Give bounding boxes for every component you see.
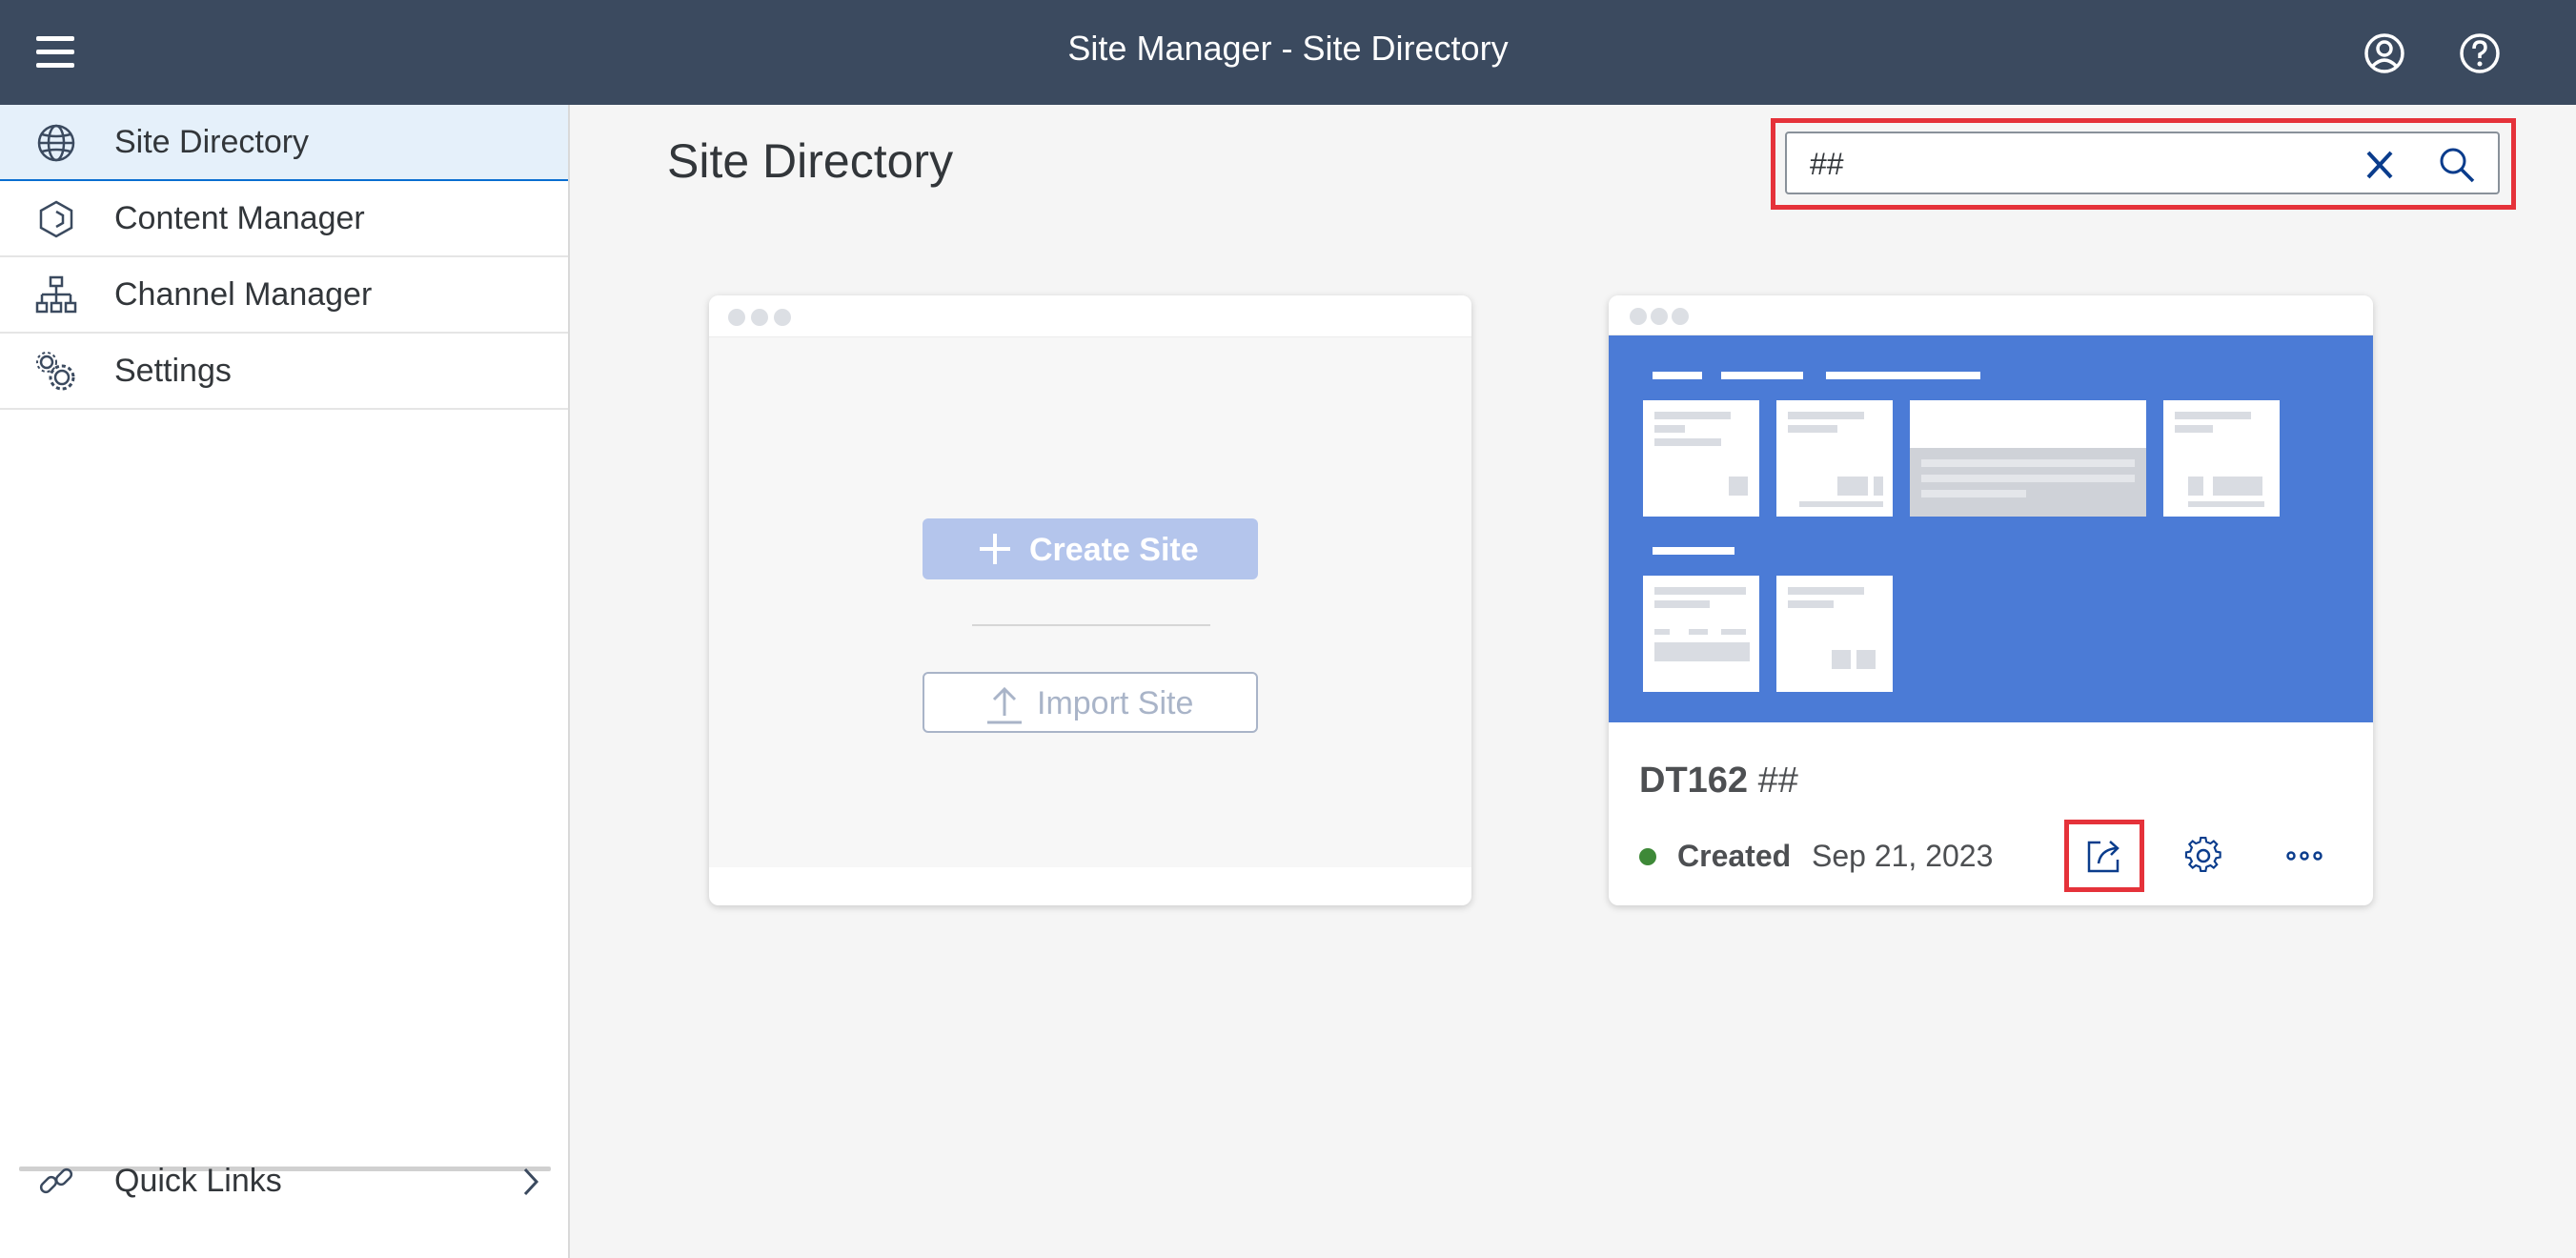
shell-title: Site Manager - Site Directory — [1067, 29, 1509, 68]
shell-bar: Site Manager - Site Directory — [0, 0, 2576, 105]
sidebar-item-label: Settings — [114, 353, 232, 389]
sidebar-item-label: Channel Manager — [114, 276, 373, 313]
quick-links-label: Quick Links — [114, 1163, 282, 1199]
site-name[interactable]: DT162 ## — [1639, 761, 1798, 801]
site-preview-thumbnail — [1609, 335, 2373, 722]
import-site-label: Import Site — [1037, 685, 1194, 721]
clear-icon[interactable] — [2359, 145, 2401, 185]
sidebar-item-label: Site Directory — [114, 124, 310, 160]
create-site-label: Create Site — [1029, 532, 1199, 568]
card-window-bar — [709, 295, 1471, 337]
chevron-right-icon — [517, 1165, 545, 1199]
search-field[interactable] — [1785, 132, 2500, 194]
org-chart-icon — [34, 274, 78, 316]
status-date: Sep 21, 2023 — [1812, 839, 1994, 873]
cube-icon — [34, 198, 78, 240]
quick-links[interactable]: Quick Links — [0, 1144, 568, 1220]
open-site-icon[interactable] — [2081, 833, 2127, 879]
sidebar-item-site-directory[interactable]: Site Directory — [0, 105, 568, 181]
globe-icon — [34, 122, 78, 164]
sidebar-item-channel-manager[interactable]: Channel Manager — [0, 257, 568, 334]
create-site-body — [709, 337, 1471, 867]
user-profile-icon[interactable] — [2360, 29, 2409, 78]
settings-gear-icon[interactable] — [2180, 833, 2226, 879]
search-icon[interactable] — [2435, 143, 2479, 187]
site-card[interactable] — [1609, 295, 2373, 905]
page-title: Site Directory — [667, 134, 954, 188]
card-window-bar — [1609, 295, 2373, 335]
sidebar-item-label: Content Manager — [114, 200, 365, 236]
create-separator — [972, 624, 1210, 626]
sidebar-item-settings[interactable]: Settings — [0, 334, 568, 410]
sidebar-item-content-manager[interactable]: Content Manager — [0, 181, 568, 257]
side-navigation: Site Directory Content Manager Channel M… — [0, 105, 570, 1258]
link-icon — [34, 1161, 78, 1203]
create-site-card — [709, 295, 1471, 905]
status-text: Created — [1677, 839, 1792, 873]
gears-icon — [34, 351, 78, 393]
plus-icon — [978, 532, 1012, 566]
import-site-button[interactable]: Import Site — [923, 672, 1258, 733]
status-indicator-dot — [1639, 848, 1656, 865]
search-input[interactable] — [1810, 143, 2343, 185]
help-icon[interactable] — [2455, 29, 2505, 78]
create-site-button[interactable]: Create Site — [923, 518, 1258, 579]
more-options-icon[interactable] — [2282, 833, 2327, 879]
upload-icon — [985, 683, 1024, 725]
